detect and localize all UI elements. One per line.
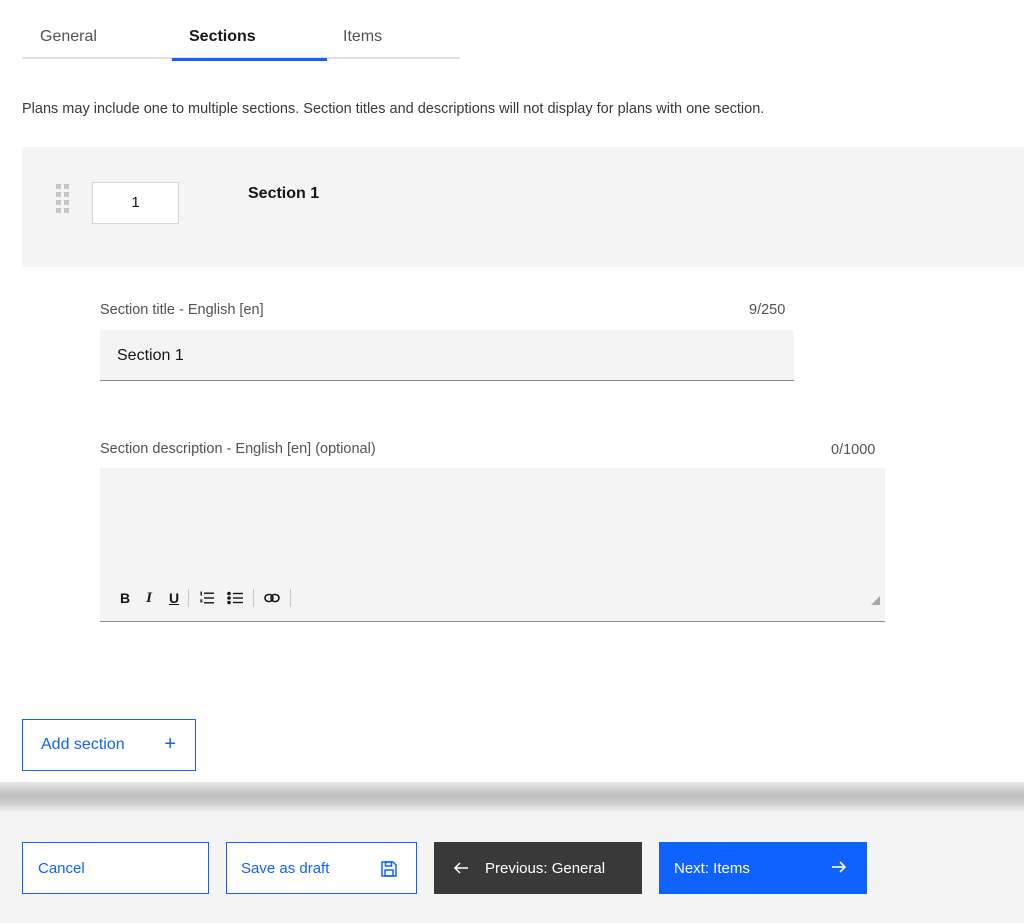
footer-divider — [0, 782, 1024, 812]
section-title-input[interactable]: Section 1 — [100, 330, 794, 381]
link-icon[interactable] — [258, 588, 286, 608]
section-description-textarea[interactable] — [100, 468, 885, 578]
add-section-label: Add section — [41, 736, 125, 753]
tab-list: General Sections Items — [22, 18, 460, 61]
drag-handle-icon[interactable] — [56, 184, 70, 220]
intro-text: Plans may include one to multiple sectio… — [22, 101, 765, 117]
save-draft-button[interactable]: Save as draft — [226, 842, 417, 894]
bold-button[interactable]: B — [116, 588, 134, 608]
numbered-list-icon[interactable] — [193, 588, 221, 608]
section-title-label: Section title - English [en] — [100, 302, 264, 318]
plus-icon: + — [164, 733, 176, 755]
section-order-input[interactable]: 1 — [92, 182, 179, 224]
section-title-counter: 9/250 — [749, 302, 786, 318]
underline-button[interactable]: U — [164, 588, 184, 608]
section-description-editor: B I U — [100, 468, 885, 622]
bulleted-list-icon[interactable] — [221, 588, 249, 608]
section-description-label: Section description - English [en] (opti… — [100, 441, 376, 457]
save-draft-label: Save as draft — [241, 859, 330, 877]
tab-items[interactable]: Items — [327, 18, 460, 59]
rich-text-toolbar: B I U — [116, 588, 295, 608]
previous-button[interactable]: Previous: General — [434, 842, 642, 894]
arrow-left-icon — [453, 861, 469, 875]
tab-sections[interactable]: Sections — [172, 18, 327, 61]
next-button[interactable]: Next: Items — [659, 842, 867, 894]
italic-button[interactable]: I — [134, 588, 164, 608]
tab-general[interactable]: General — [22, 18, 172, 59]
arrow-right-icon — [831, 859, 847, 879]
cancel-label: Cancel — [38, 859, 85, 877]
next-label: Next: Items — [674, 859, 750, 877]
previous-label: Previous: General — [485, 859, 606, 877]
section-panel: 1 Section 1 — [22, 147, 1024, 267]
toolbar-separator — [253, 589, 254, 607]
section-heading: Section 1 — [248, 185, 320, 202]
resize-grip-icon[interactable] — [871, 592, 880, 605]
toolbar-separator — [188, 589, 189, 607]
save-icon — [380, 860, 398, 882]
toolbar-separator — [290, 589, 291, 607]
sections-editor-page: General Sections Items Plans may include… — [0, 0, 1024, 923]
cancel-button[interactable]: Cancel — [22, 842, 209, 894]
section-description-counter: 0/1000 — [831, 442, 876, 458]
footer-bar: Cancel Save as draft Previous: General N… — [0, 812, 1024, 923]
add-section-button[interactable]: Add section + — [22, 719, 196, 771]
